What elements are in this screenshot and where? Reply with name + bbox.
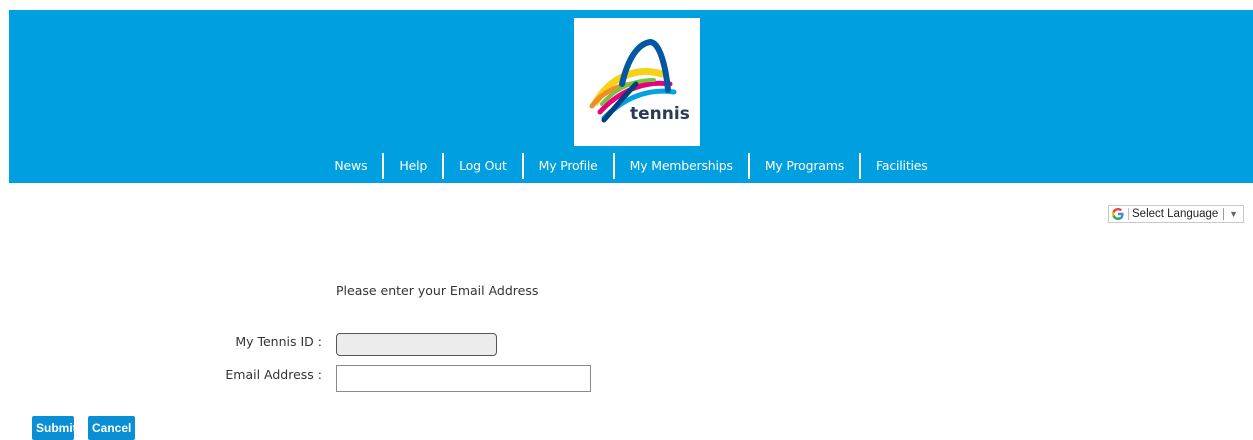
nav-facilities[interactable]: Facilities	[861, 153, 943, 179]
page: tennis News Help Log Out My Profile My M…	[0, 0, 1253, 440]
logo-wordmark: tennis	[630, 104, 690, 124]
dropdown-arrow-icon: ▼	[1229, 209, 1238, 219]
google-divider	[1128, 208, 1129, 220]
nav-help[interactable]: Help	[384, 153, 442, 179]
submit-button[interactable]: Submit	[32, 416, 77, 440]
main-nav: News Help Log Out My Profile My Membersh…	[9, 153, 1253, 179]
tennis-logo-graphic: tennis	[589, 38, 690, 124]
google-g-icon	[1111, 207, 1125, 221]
email-address-field[interactable]	[336, 365, 591, 392]
nav-news[interactable]: News	[319, 153, 382, 179]
language-select-label: Select Language	[1132, 208, 1219, 220]
nav-my-profile[interactable]: My Profile	[524, 153, 613, 179]
email-address-label: Email Address :	[225, 367, 322, 382]
nav-my-memberships[interactable]: My Memberships	[615, 153, 748, 179]
tennis-id-label: My Tennis ID :	[235, 334, 322, 349]
tennis-logo[interactable]: tennis	[574, 18, 700, 146]
select-divider	[1223, 208, 1225, 220]
form-prompt: Please enter your Email Address	[336, 283, 539, 298]
cancel-button[interactable]: Cancel	[88, 416, 135, 440]
tennis-id-field[interactable]	[336, 333, 497, 356]
site-header: tennis News Help Log Out My Profile My M…	[9, 10, 1253, 183]
nav-my-programs[interactable]: My Programs	[750, 153, 859, 179]
language-select[interactable]: Select Language ▼	[1108, 205, 1244, 223]
nav-log-out[interactable]: Log Out	[444, 153, 522, 179]
